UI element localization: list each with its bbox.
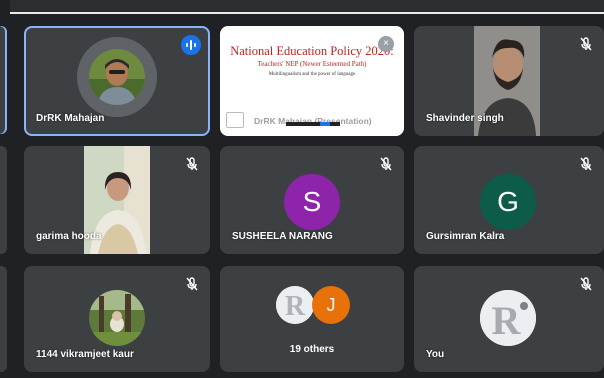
avatar: R <box>480 290 536 346</box>
presentation-pin-icon[interactable] <box>226 112 244 128</box>
participant-tile-gursimran-kalra[interactable]: G Gursimran Kalra <box>414 146 604 254</box>
avatar-initial: J <box>312 286 350 324</box>
avatar-initial: S <box>284 174 340 230</box>
mic-muted-icon <box>578 36 594 52</box>
speaking-indicator-icon <box>181 35 201 55</box>
participant-tile-drk-mahajan[interactable]: DrRK Mahajan <box>24 26 210 136</box>
meeting-grid: DrRK Mahajan National Education Policy 2… <box>0 0 604 378</box>
avatar <box>89 290 145 346</box>
participant-name: Shavinder singh <box>426 113 504 124</box>
others-count-label: 19 others <box>289 344 335 355</box>
participant-name: DrRK Mahajan <box>36 113 105 124</box>
participant-tile-garima-hooda[interactable]: garima hooda <box>24 146 210 254</box>
close-icon[interactable]: × <box>378 36 394 52</box>
svg-text:R: R <box>285 291 306 322</box>
mic-muted-icon <box>578 276 594 292</box>
mic-muted-icon <box>578 156 594 172</box>
offscreen-tile-edge <box>0 266 7 372</box>
participant-name: You <box>426 349 445 360</box>
offscreen-tile-edge <box>0 146 7 254</box>
participant-name: Gursimran Kalra <box>426 231 505 242</box>
participant-tile-vikramjeet-kaur[interactable]: 1144 vikramjeet kaur <box>24 266 210 372</box>
participant-tile-you[interactable]: R You <box>414 266 604 372</box>
mic-muted-icon <box>378 156 394 172</box>
presentation-tile[interactable]: National Education Policy 2020: Teachers… <box>220 26 404 136</box>
presentation-controls[interactable] <box>286 122 340 126</box>
others-avatar-r: R <box>276 286 314 324</box>
others-tile[interactable]: R J 19 others <box>220 266 404 372</box>
presentation-control-active[interactable] <box>320 122 330 126</box>
slide-subtitle: Teachers' NEP (Newer Esteemed Path) <box>257 60 367 68</box>
svg-text:R: R <box>492 298 522 343</box>
participant-name: garima hooda <box>36 231 102 242</box>
participant-name: 1144 vikramjeet kaur <box>36 349 134 360</box>
participant-tile-susheela-narang[interactable]: S SUSHEELA NARANG <box>220 146 404 254</box>
mic-muted-icon <box>184 276 200 292</box>
participant-tile-shavinder-singh[interactable]: Shavinder singh <box>414 26 604 136</box>
participant-name: SUSHEELA NARANG <box>232 231 333 242</box>
slide-title: National Education Policy 2020: <box>230 44 394 58</box>
avatar-initial: G <box>480 174 536 230</box>
slide-line: Multilingualism and the power of languag… <box>268 72 356 77</box>
offscreen-tile-edge <box>0 26 7 134</box>
avatar <box>89 49 145 105</box>
top-strip <box>10 0 604 14</box>
mic-muted-icon <box>184 156 200 172</box>
